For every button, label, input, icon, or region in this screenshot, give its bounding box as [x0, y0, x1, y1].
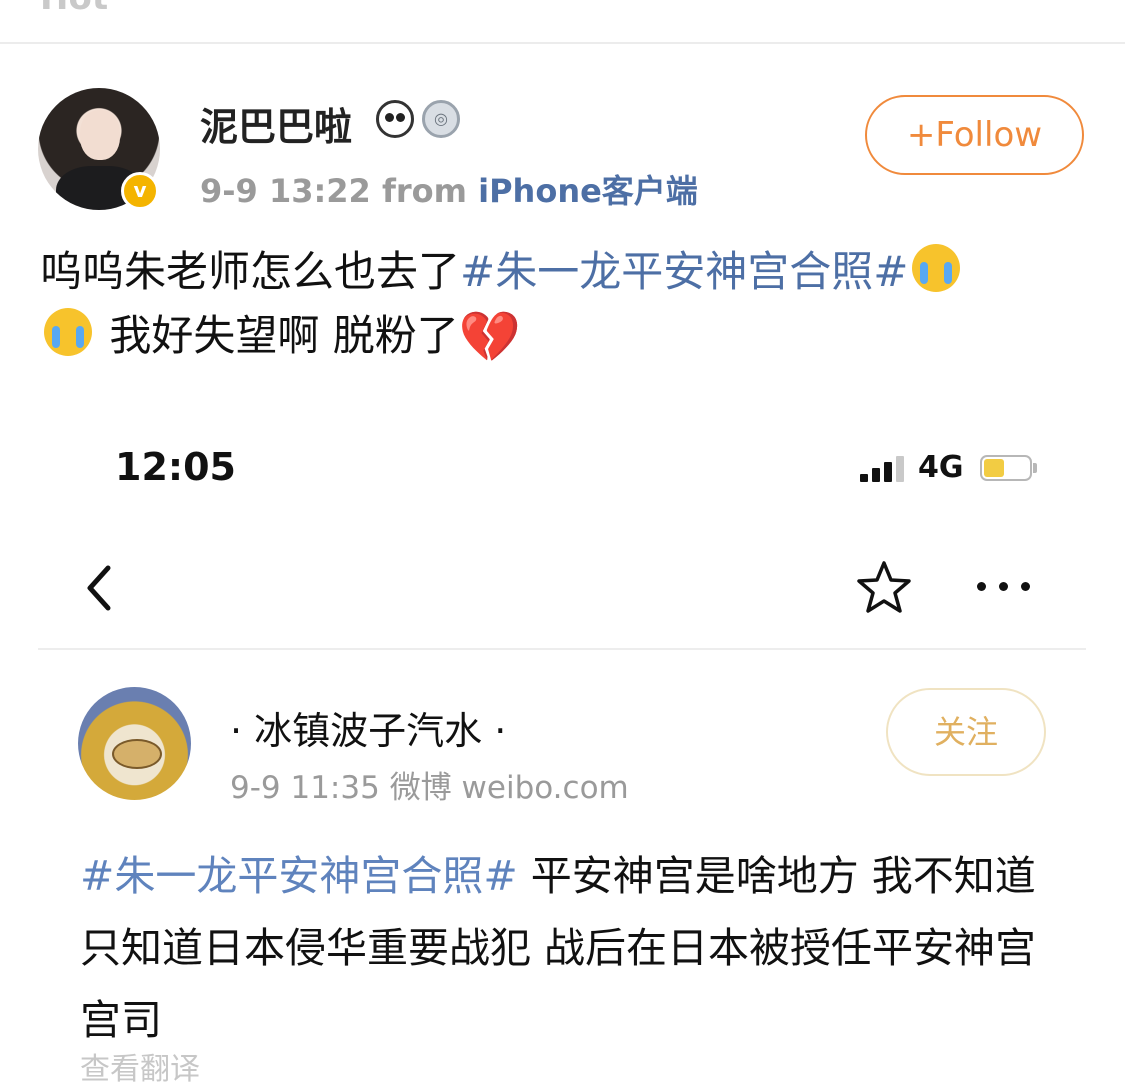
- star-icon[interactable]: [855, 558, 913, 616]
- broken-heart-icon: 💔: [458, 308, 521, 366]
- inner-post-source: 微博 weibo.com: [389, 770, 629, 806]
- crying-emoji-icon: [912, 244, 961, 292]
- more-icon[interactable]: [975, 570, 1035, 600]
- battery-fill: [984, 459, 1004, 477]
- username[interactable]: 泥巴巴啦: [200, 96, 352, 151]
- translate-link[interactable]: 查看翻译: [80, 1044, 200, 1088]
- more-dot: [977, 582, 986, 591]
- crying-emoji-icon: [44, 308, 92, 356]
- avatar-face: [80, 110, 120, 160]
- network-label: 4G: [918, 450, 964, 485]
- post-text: 呜呜朱老师怎么也去了#朱一龙平安神宫合照# 我好失望啊 脱粉了💔: [40, 240, 1090, 369]
- signal-bar: [884, 462, 892, 482]
- inner-post-time: 9-9 11:35: [230, 770, 380, 806]
- medal-icon[interactable]: ◎: [422, 100, 460, 138]
- user-badges: ◎: [376, 100, 460, 138]
- post-source[interactable]: iPhone客户端: [478, 172, 698, 210]
- top-tab-label[interactable]: Hot: [40, 0, 108, 18]
- battery-tip: [1033, 463, 1037, 473]
- signal-bar: [860, 474, 868, 482]
- inner-follow-button[interactable]: 关注: [886, 688, 1046, 776]
- verified-icon: v: [121, 172, 159, 210]
- inner-post-hashtag[interactable]: #朱一龙平安神宫合照#: [80, 852, 518, 900]
- top-divider: [0, 42, 1125, 44]
- screenshot-divider: [38, 648, 1086, 650]
- from-label: from: [381, 172, 467, 210]
- screenshot-status-time: 12:05: [115, 445, 236, 489]
- inner-post-text: #朱一龙平安神宫合照# 平安神宫是啥地方 我不知道 只知道日本侵华重要战犯 战后…: [80, 840, 1040, 1056]
- more-dot: [1021, 582, 1030, 591]
- signal-bar: [872, 468, 880, 482]
- panda-icon[interactable]: [376, 100, 414, 138]
- inner-username[interactable]: · 冰镇波子汽水 ·: [230, 700, 506, 755]
- more-dot: [999, 582, 1008, 591]
- post-meta: 9-9 13:22 from iPhone客户端: [200, 166, 698, 212]
- top-tab-area: Hot: [0, 0, 1125, 42]
- post-text-part2: 我好失望啊 脱粉了: [96, 311, 459, 360]
- signal-icon: [860, 452, 910, 482]
- post-hashtag[interactable]: #朱一龙平安神宫合照#: [460, 247, 908, 296]
- back-chevron-icon[interactable]: [80, 560, 120, 616]
- inner-post-meta: 9-9 11:35 微博 weibo.com: [230, 762, 629, 807]
- battery-icon: [980, 455, 1038, 481]
- post-text-part1: 呜呜朱老师怎么也去了: [40, 247, 461, 296]
- post-time: 9-9 13:22: [200, 172, 371, 210]
- inner-avatar-beak: [112, 739, 162, 769]
- signal-bar: [896, 456, 904, 482]
- follow-button[interactable]: +Follow: [865, 95, 1084, 175]
- inner-avatar[interactable]: [78, 687, 191, 800]
